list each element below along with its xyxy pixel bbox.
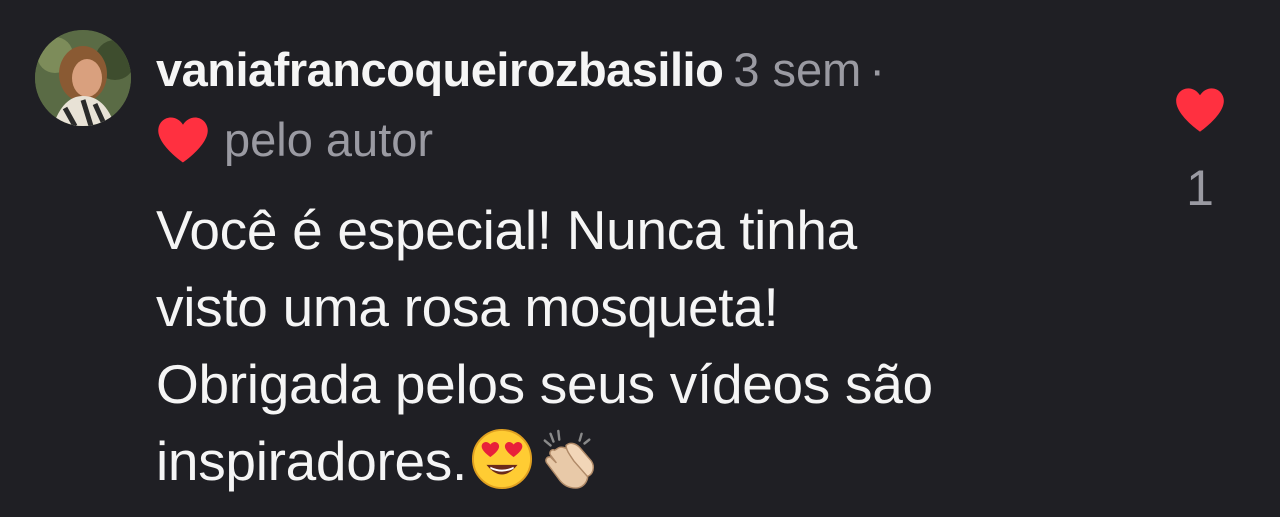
- separator-dot: ·: [869, 43, 885, 96]
- liked-by-author-label: pelo autor: [224, 113, 434, 166]
- timestamp: 3 sem: [733, 43, 862, 96]
- heart-eyes-emoji-icon: [471, 428, 533, 490]
- liked-by-author: pelo autor: [156, 110, 433, 170]
- heart-icon: [158, 117, 208, 163]
- like-column: 1: [1170, 86, 1230, 218]
- like-count[interactable]: 1: [1170, 158, 1230, 218]
- comment-text-line: Obrigada pelos seus vídeos são: [156, 353, 933, 415]
- comment-text-line: Você é especial! Nunca tinha: [156, 199, 857, 261]
- comment-text: Você é especial! Nunca tinha visto uma r…: [156, 192, 1116, 500]
- comment-item: vaniafrancoqueirozbasilio 3 sem · pelo aut…: [0, 0, 1280, 517]
- username-link[interactable]: vaniafrancoqueirozbasilio: [156, 43, 724, 96]
- avatar[interactable]: [35, 30, 131, 126]
- comment-text-line: visto uma rosa mosqueta!: [156, 276, 779, 338]
- clapping-hands-emoji-icon: [543, 429, 594, 489]
- comment-header: vaniafrancoqueirozbasilio 3 sem ·: [156, 40, 885, 100]
- comment-text-line: inspiradores.: [156, 430, 467, 492]
- like-heart-icon[interactable]: [1174, 86, 1226, 134]
- avatar-photo: [35, 30, 131, 126]
- comment-text-line-last: inspiradores.: [156, 423, 1116, 500]
